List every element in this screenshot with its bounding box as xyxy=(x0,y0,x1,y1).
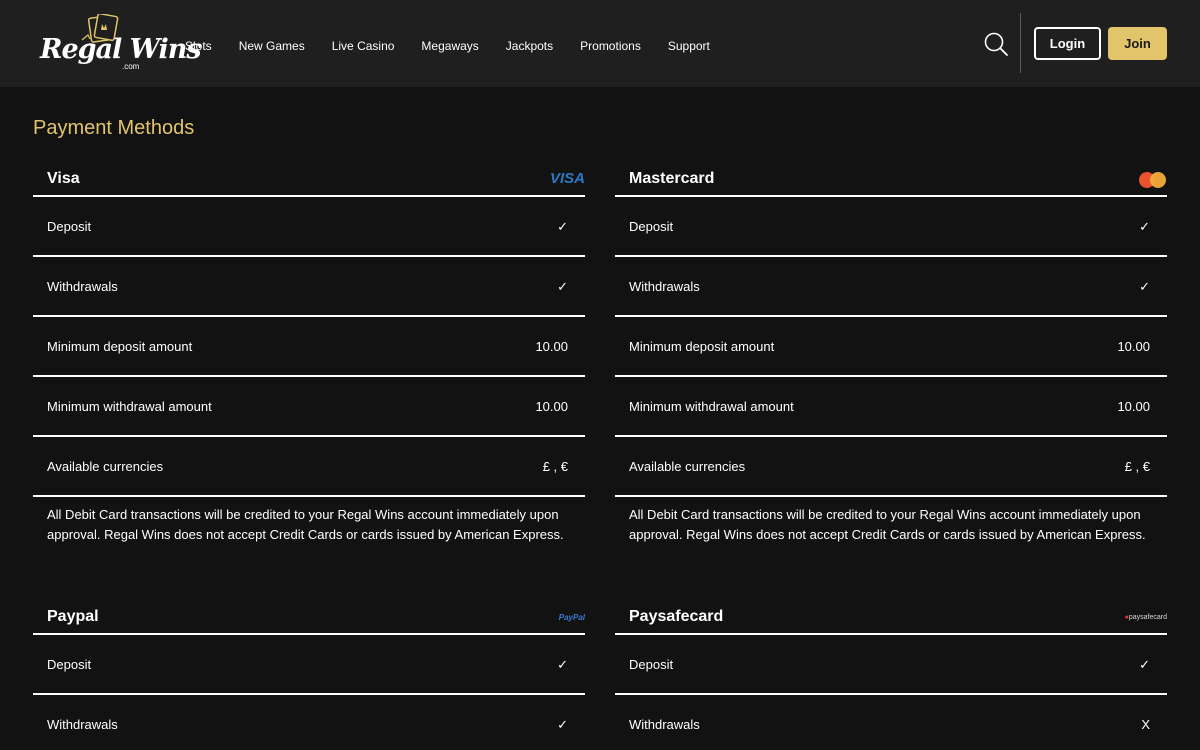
row-label: Withdrawals xyxy=(47,717,118,732)
row-value: ✓ xyxy=(557,279,568,294)
row-label: Available currencies xyxy=(629,459,746,474)
visa-logo-icon: VISA xyxy=(549,170,585,187)
row-label: Available currencies xyxy=(47,459,164,474)
nav-item-promotions[interactable]: Promotions xyxy=(580,39,641,53)
row-label: Minimum deposit amount xyxy=(629,339,775,354)
row-value: ✓ xyxy=(1139,279,1150,294)
row-label: Deposit xyxy=(47,657,92,672)
join-button[interactable]: Join xyxy=(1108,27,1167,60)
row-value: ✓ xyxy=(557,717,568,732)
row-value: 10.00 xyxy=(1117,399,1150,414)
site-header: Regal Wins .com Slots New Games Live Cas… xyxy=(0,0,1200,87)
row-value: £ , € xyxy=(542,459,568,474)
card-title: Paypal xyxy=(47,608,99,625)
table-row: Minimum deposit amount 10.00 xyxy=(33,317,585,377)
login-button[interactable]: Login xyxy=(1034,27,1101,60)
row-value: 10.00 xyxy=(535,339,568,354)
search-icon xyxy=(984,32,1008,56)
logo-domain: .com xyxy=(122,62,140,71)
row-value: £ , € xyxy=(1124,459,1150,474)
row-label: Withdrawals xyxy=(629,717,700,732)
paysafecard-logo-text: paysafecard xyxy=(1128,614,1167,621)
nav-item-new-games[interactable]: New Games xyxy=(239,39,305,53)
row-label: Deposit xyxy=(629,657,674,672)
card-title: Visa xyxy=(47,170,80,187)
nav-item-slots[interactable]: Slots xyxy=(185,39,212,53)
nav-item-live-casino[interactable]: Live Casino xyxy=(332,39,395,53)
row-label: Withdrawals xyxy=(47,279,118,294)
row-value: ✓ xyxy=(557,219,568,234)
table-row: Deposit ✓ xyxy=(615,635,1167,695)
card-header: Visa VISA xyxy=(33,165,585,197)
card-title: Mastercard xyxy=(629,170,715,187)
card-header: Mastercard xyxy=(615,165,1167,197)
row-label: Deposit xyxy=(47,219,92,234)
card-header: Paypal PayPal xyxy=(33,603,585,635)
row-value: ✓ xyxy=(1139,219,1150,234)
row-value: 10.00 xyxy=(1117,339,1150,354)
nav-item-megaways[interactable]: Megaways xyxy=(421,39,478,53)
row-label: Withdrawals xyxy=(629,279,700,294)
card-note: All Debit Card transactions will be cred… xyxy=(47,507,564,542)
row-value: ✓ xyxy=(557,657,568,672)
payment-card-visa: Visa VISA Deposit ✓ Withdrawals ✓ Minimu… xyxy=(33,165,585,593)
table-row: Withdrawals ✓ xyxy=(33,257,585,317)
search-button[interactable] xyxy=(983,31,1009,57)
header-divider xyxy=(1020,13,1021,73)
row-label: Minimum withdrawal amount xyxy=(629,399,794,414)
table-row: Deposit ✓ xyxy=(33,635,585,695)
row-label: Minimum withdrawal amount xyxy=(47,399,212,414)
payment-card-mastercard: Mastercard Deposit ✓ Withdrawals ✓ Minim… xyxy=(615,165,1167,593)
table-row: Withdrawals ✓ xyxy=(615,257,1167,317)
table-row: Withdrawals ✓ xyxy=(33,695,585,750)
table-row: Deposit ✓ xyxy=(33,197,585,257)
row-value: ✓ xyxy=(1139,657,1150,672)
main-nav: Slots New Games Live Casino Megaways Jac… xyxy=(185,39,737,53)
row-label: Minimum deposit amount xyxy=(47,339,193,354)
table-row: Minimum withdrawal amount 10.00 xyxy=(33,377,585,437)
logo-wordmark: Regal Wins xyxy=(40,34,202,65)
row-value: 10.00 xyxy=(535,399,568,414)
card-note: All Debit Card transactions will be cred… xyxy=(629,507,1146,542)
table-row: Minimum deposit amount 10.00 xyxy=(615,317,1167,377)
row-label: Deposit xyxy=(629,219,674,234)
mastercard-logo-icon xyxy=(1139,170,1167,189)
regal-wins-logo[interactable]: Regal Wins .com xyxy=(38,14,202,74)
nav-item-jackpots[interactable]: Jackpots xyxy=(506,39,553,53)
payment-card-paysafecard: Paysafecard ●paysafecard Deposit ✓ Withd… xyxy=(615,603,1167,750)
table-row: Withdrawals X xyxy=(615,695,1167,750)
payment-card-paypal: Paypal PayPal Deposit ✓ Withdrawals ✓ xyxy=(33,603,585,750)
card-header: Paysafecard ●paysafecard xyxy=(615,603,1167,635)
paysafecard-logo-icon: ●paysafecard xyxy=(1124,614,1167,621)
row-value: X xyxy=(1141,717,1150,732)
paypal-logo-icon: PayPal xyxy=(558,613,585,622)
table-row: Available currencies £ , € xyxy=(615,437,1167,497)
card-title: Paysafecard xyxy=(629,608,724,625)
nav-item-support[interactable]: Support xyxy=(668,39,710,53)
page-title: Payment Methods xyxy=(33,117,195,139)
table-row: Available currencies £ , € xyxy=(33,437,585,497)
table-row: Minimum withdrawal amount 10.00 xyxy=(615,377,1167,437)
table-row: Deposit ✓ xyxy=(615,197,1167,257)
